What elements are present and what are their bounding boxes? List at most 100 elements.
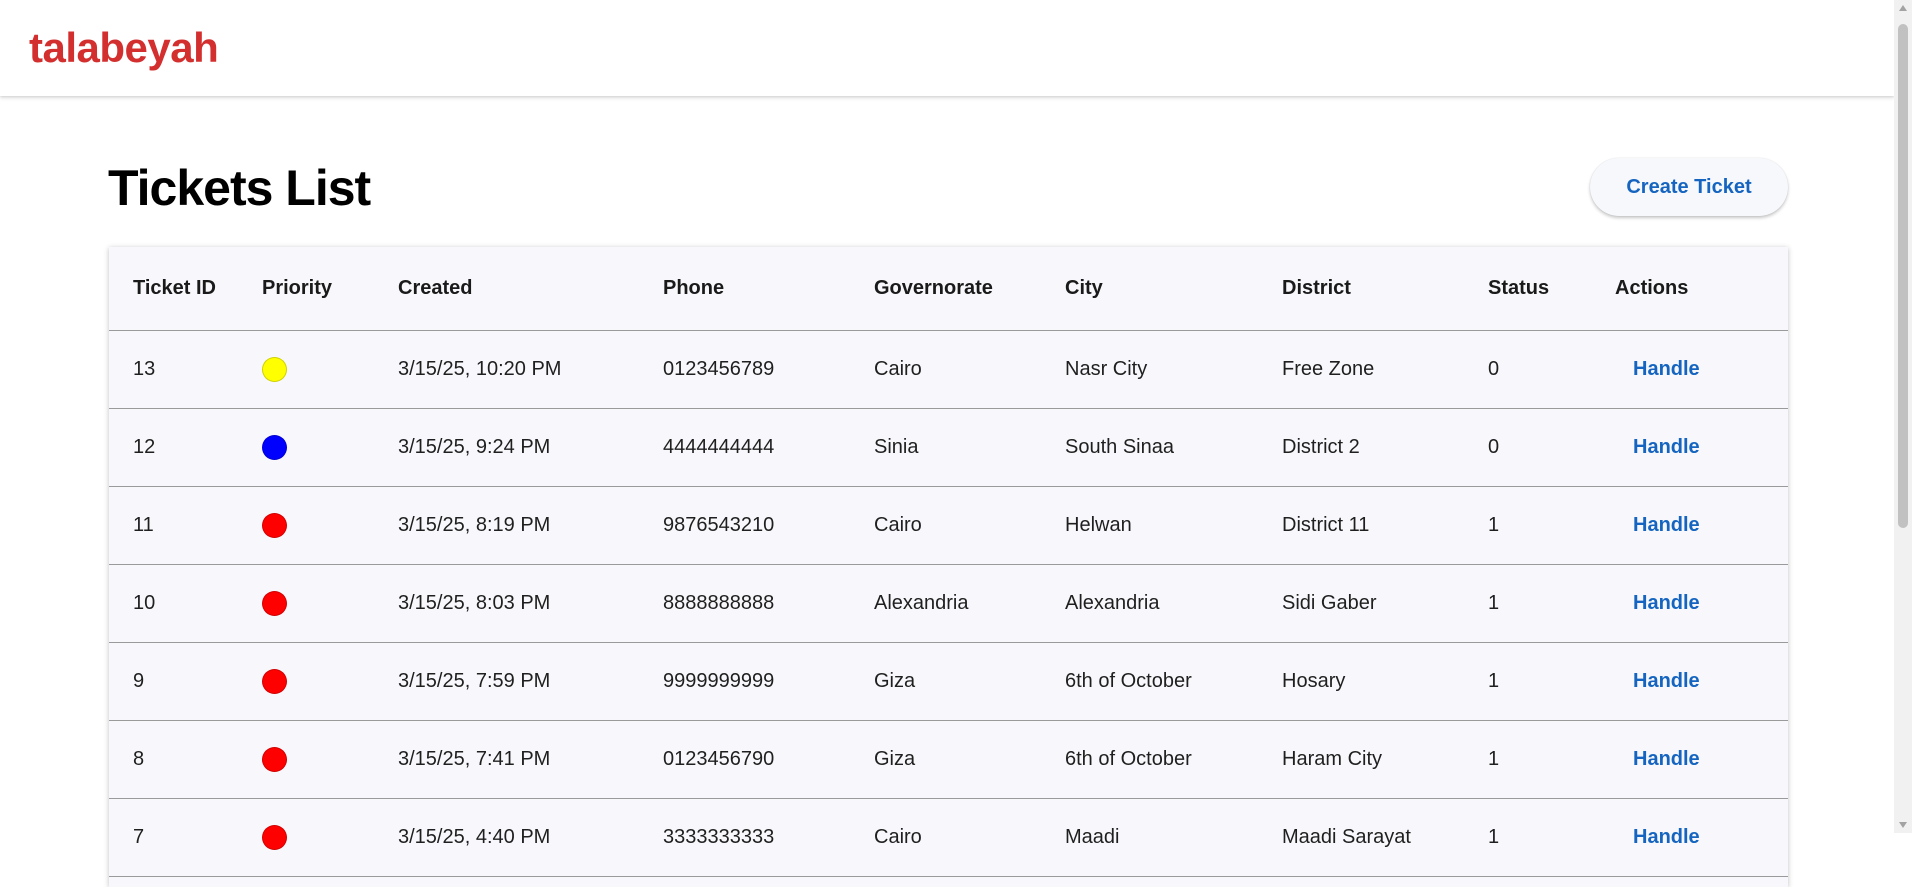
table-row: 9 3/15/25, 7:59 PM9999999999Giza6th of Oc… bbox=[109, 643, 1788, 721]
cell-priority bbox=[262, 799, 398, 877]
table-row: 7 3/15/25, 4:40 PM3333333333CairoMaadiMaa… bbox=[109, 799, 1788, 877]
handle-ticket-button[interactable]: Handle bbox=[1633, 670, 1700, 693]
cell-governorate: Sinia bbox=[874, 409, 1065, 487]
column-header-city[interactable]: City bbox=[1065, 247, 1282, 331]
cell-city: Helwan bbox=[1065, 487, 1282, 565]
column-header-created[interactable]: Created bbox=[398, 247, 663, 331]
cell-created: 3/15/25, 8:03 PM bbox=[398, 565, 663, 643]
handle-ticket-button[interactable]: Handle bbox=[1633, 748, 1700, 771]
cell-phone: 9876543210 bbox=[663, 487, 874, 565]
priority-indicator-icon bbox=[262, 825, 287, 850]
column-header-phone[interactable]: Phone bbox=[663, 247, 874, 331]
cell-actions: Handle bbox=[1615, 799, 1788, 877]
cell-id: 11 bbox=[109, 487, 262, 565]
cell-status: 1 bbox=[1488, 565, 1615, 643]
handle-ticket-button[interactable]: Handle bbox=[1633, 826, 1700, 849]
cell-city: Nasr City bbox=[1065, 331, 1282, 409]
create-ticket-button[interactable]: Create Ticket bbox=[1590, 158, 1788, 216]
cell-priority bbox=[262, 409, 398, 487]
cell-district: Free Zone bbox=[1282, 331, 1488, 409]
cell-district: Haram City bbox=[1282, 721, 1488, 799]
handle-ticket-button[interactable]: Handle bbox=[1633, 436, 1700, 459]
tickets-table-card: Ticket ID Priority Created Phone Governo… bbox=[109, 247, 1788, 887]
handle-ticket-button[interactable]: Handle bbox=[1633, 514, 1700, 537]
cell-governorate: Cairo bbox=[874, 487, 1065, 565]
cell-priority bbox=[262, 331, 398, 409]
cell-id: 8 bbox=[109, 721, 262, 799]
column-header-district[interactable]: District bbox=[1282, 247, 1488, 331]
priority-indicator-icon bbox=[262, 669, 287, 694]
cell-priority bbox=[262, 721, 398, 799]
cell-phone: 0123456789 bbox=[663, 331, 874, 409]
priority-indicator-icon bbox=[262, 747, 287, 772]
column-header-governorate[interactable]: Governorate bbox=[874, 247, 1065, 331]
cell-created: 3/15/25, 9:24 PM bbox=[398, 409, 663, 487]
cell-phone: 3333333333 bbox=[663, 799, 874, 877]
priority-indicator-icon bbox=[262, 357, 287, 382]
cell-status: 1 bbox=[1488, 643, 1615, 721]
cell-status: 1 bbox=[1488, 487, 1615, 565]
page-title: Tickets List bbox=[108, 158, 370, 218]
cell-status: 1 bbox=[1488, 799, 1615, 877]
table-row: 8 3/15/25, 7:41 PM0123456790Giza6th of Oc… bbox=[109, 721, 1788, 799]
cell-district: Sidi Gaber bbox=[1282, 565, 1488, 643]
cell-created: 3/15/25, 8:19 PM bbox=[398, 487, 663, 565]
table-row: 11 3/15/25, 8:19 PM9876543210CairoHelwanD… bbox=[109, 487, 1788, 565]
cell-district: Hosary bbox=[1282, 643, 1488, 721]
cell-governorate: Cairo bbox=[874, 799, 1065, 877]
cell-created: 3/15/25, 7:59 PM bbox=[398, 643, 663, 721]
cell-actions: Handle bbox=[1615, 721, 1788, 799]
cell-id: 9 bbox=[109, 643, 262, 721]
cell-status: 0 bbox=[1488, 331, 1615, 409]
cell-district: District 11 bbox=[1282, 487, 1488, 565]
tickets-table-body: 133/15/25, 10:20 PM0123456789CairoNasr C… bbox=[109, 331, 1788, 877]
cell-id: 7 bbox=[109, 799, 262, 877]
cell-governorate: Giza bbox=[874, 643, 1065, 721]
table-header-row: Ticket ID Priority Created Phone Governo… bbox=[109, 247, 1788, 331]
column-header-status[interactable]: Status bbox=[1488, 247, 1615, 331]
handle-ticket-button[interactable]: Handle bbox=[1633, 592, 1700, 615]
column-header-priority[interactable]: Priority bbox=[262, 247, 398, 331]
cell-city: 6th of October bbox=[1065, 721, 1282, 799]
tickets-table: Ticket ID Priority Created Phone Governo… bbox=[109, 247, 1788, 877]
cell-created: 3/15/25, 4:40 PM bbox=[398, 799, 663, 877]
priority-indicator-icon bbox=[262, 513, 287, 538]
table-row: 13 3/15/25, 10:20 PM0123456789CairoNasr C… bbox=[109, 331, 1788, 409]
cell-district: Maadi Sarayat bbox=[1282, 799, 1488, 877]
cell-actions: Handle bbox=[1615, 565, 1788, 643]
cell-governorate: Cairo bbox=[874, 331, 1065, 409]
scrollbar-thumb[interactable] bbox=[1898, 24, 1908, 528]
cell-id: 12 bbox=[109, 409, 262, 487]
cell-actions: Handle bbox=[1615, 331, 1788, 409]
app-bar: talabeyah bbox=[0, 0, 1894, 96]
scroll-up-icon[interactable] bbox=[1899, 5, 1907, 11]
cell-priority bbox=[262, 487, 398, 565]
cell-governorate: Giza bbox=[874, 721, 1065, 799]
cell-priority bbox=[262, 565, 398, 643]
table-row: 103/15/25, 8:03 PM8888888888AlexandriaAl… bbox=[109, 565, 1788, 643]
cell-city: 6th of October bbox=[1065, 643, 1282, 721]
cell-governorate: Alexandria bbox=[874, 565, 1065, 643]
cell-created: 3/15/25, 7:41 PM bbox=[398, 721, 663, 799]
cell-id: 13 bbox=[109, 331, 262, 409]
scroll-down-icon[interactable] bbox=[1899, 822, 1907, 828]
priority-indicator-icon bbox=[262, 435, 287, 460]
cell-phone: 9999999999 bbox=[663, 643, 874, 721]
priority-indicator-icon bbox=[262, 591, 287, 616]
cell-phone: 0123456790 bbox=[663, 721, 874, 799]
cell-city: Maadi bbox=[1065, 799, 1282, 877]
cell-city: South Sinaa bbox=[1065, 409, 1282, 487]
cell-phone: 8888888888 bbox=[663, 565, 874, 643]
cell-created: 3/15/25, 10:20 PM bbox=[398, 331, 663, 409]
column-header-ticket-id[interactable]: Ticket ID bbox=[109, 247, 262, 331]
handle-ticket-button[interactable]: Handle bbox=[1633, 358, 1700, 381]
cell-district: District 2 bbox=[1282, 409, 1488, 487]
cell-id: 10 bbox=[109, 565, 262, 643]
table-row: 12 3/15/25, 9:24 PM4444444444SiniaSouth S… bbox=[109, 409, 1788, 487]
cell-phone: 4444444444 bbox=[663, 409, 874, 487]
brand-logo[interactable]: talabeyah bbox=[29, 22, 218, 74]
cell-city: Alexandria bbox=[1065, 565, 1282, 643]
column-header-actions: Actions bbox=[1615, 247, 1788, 331]
cell-status: 0 bbox=[1488, 409, 1615, 487]
cell-status: 1 bbox=[1488, 721, 1615, 799]
